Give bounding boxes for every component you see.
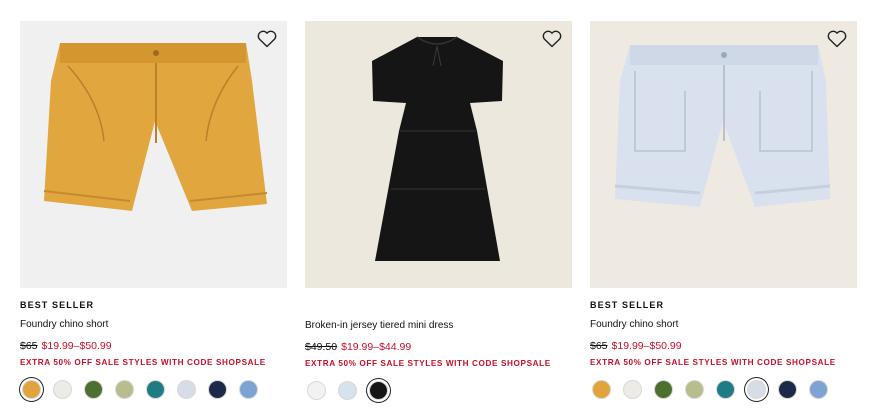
color-swatch[interactable] [367,379,390,402]
color-swatch-fill [747,380,766,399]
price-line: $49.50 $19.99–$44.99 [305,341,572,353]
color-swatch[interactable] [113,378,136,401]
color-swatch[interactable] [336,379,359,402]
color-swatches [20,378,287,401]
color-swatch-fill [22,380,41,399]
product-image[interactable] [590,21,857,288]
product-title[interactable]: Foundry chino short [590,319,857,331]
color-swatch-fill [809,380,828,399]
original-price: $65 [20,340,38,352]
product-card[interactable]: BEST SELLER Foundry chino short $65 $19.9… [20,21,287,402]
color-swatch[interactable] [82,378,105,401]
product-image[interactable] [305,21,572,288]
color-swatch-fill [369,381,388,400]
product-title[interactable]: Broken-in jersey tiered mini dress [305,320,572,332]
color-swatch[interactable] [590,378,613,401]
product-title[interactable]: Foundry chino short [20,319,287,331]
color-swatch-fill [146,380,165,399]
color-swatch-fill [307,381,326,400]
shorts-image [43,43,268,211]
color-swatch[interactable] [621,378,644,401]
heart-icon[interactable] [827,30,847,48]
color-swatch[interactable] [305,379,328,402]
color-swatch[interactable] [745,378,768,401]
heart-icon[interactable] [257,30,277,48]
original-price: $65 [590,340,608,352]
color-swatch[interactable] [144,378,167,401]
promo-text: EXTRA 50% OFF SALE STYLES WITH CODE SHOP… [590,358,836,367]
color-swatches [590,378,857,401]
sale-price: $19.99–$50.99 [41,340,112,352]
color-swatch-fill [623,380,642,399]
promo-text: EXTRA 50% OFF SALE STYLES WITH CODE SHOP… [305,359,551,368]
product-grid: BEST SELLER Foundry chino short $65 $19.9… [20,21,857,402]
shorts-image [614,45,831,207]
product-card[interactable]: BEST SELLER Foundry chino short $65 $19.9… [590,21,857,402]
dress-image [372,36,503,261]
color-swatch-fill [716,380,735,399]
color-swatch[interactable] [175,378,198,401]
color-swatch[interactable] [807,378,830,401]
color-swatch[interactable] [206,378,229,401]
color-swatch-fill [115,380,134,399]
best-seller-badge: BEST SELLER [20,300,95,310]
product-image[interactable] [20,21,287,288]
color-swatch-fill [239,380,258,399]
original-price: $49.50 [305,341,338,353]
color-swatch[interactable] [652,378,675,401]
color-swatch-fill [654,380,673,399]
color-swatch-fill [778,380,797,399]
color-swatch[interactable] [51,378,74,401]
color-swatch-fill [685,380,704,399]
heart-icon[interactable] [542,30,562,48]
color-swatch-fill [208,380,227,399]
color-swatches [305,379,572,402]
best-seller-badge: BEST SELLER [590,300,665,310]
color-swatch-fill [177,380,196,399]
color-swatch[interactable] [714,378,737,401]
color-swatch[interactable] [237,378,260,401]
price-line: $65 $19.99–$50.99 [590,340,857,352]
color-swatch-fill [338,381,357,400]
price-line: $65 $19.99–$50.99 [20,340,287,352]
product-card[interactable]: Broken-in jersey tiered mini dress $49.5… [305,21,572,402]
sale-price: $19.99–$44.99 [341,341,412,353]
promo-text: EXTRA 50% OFF SALE STYLES WITH CODE SHOP… [20,358,266,367]
color-swatch[interactable] [776,378,799,401]
color-swatch[interactable] [683,378,706,401]
color-swatch[interactable] [20,378,43,401]
color-swatch-fill [53,380,72,399]
color-swatch-fill [84,380,103,399]
color-swatch-fill [592,380,611,399]
sale-price: $19.99–$50.99 [611,340,682,352]
